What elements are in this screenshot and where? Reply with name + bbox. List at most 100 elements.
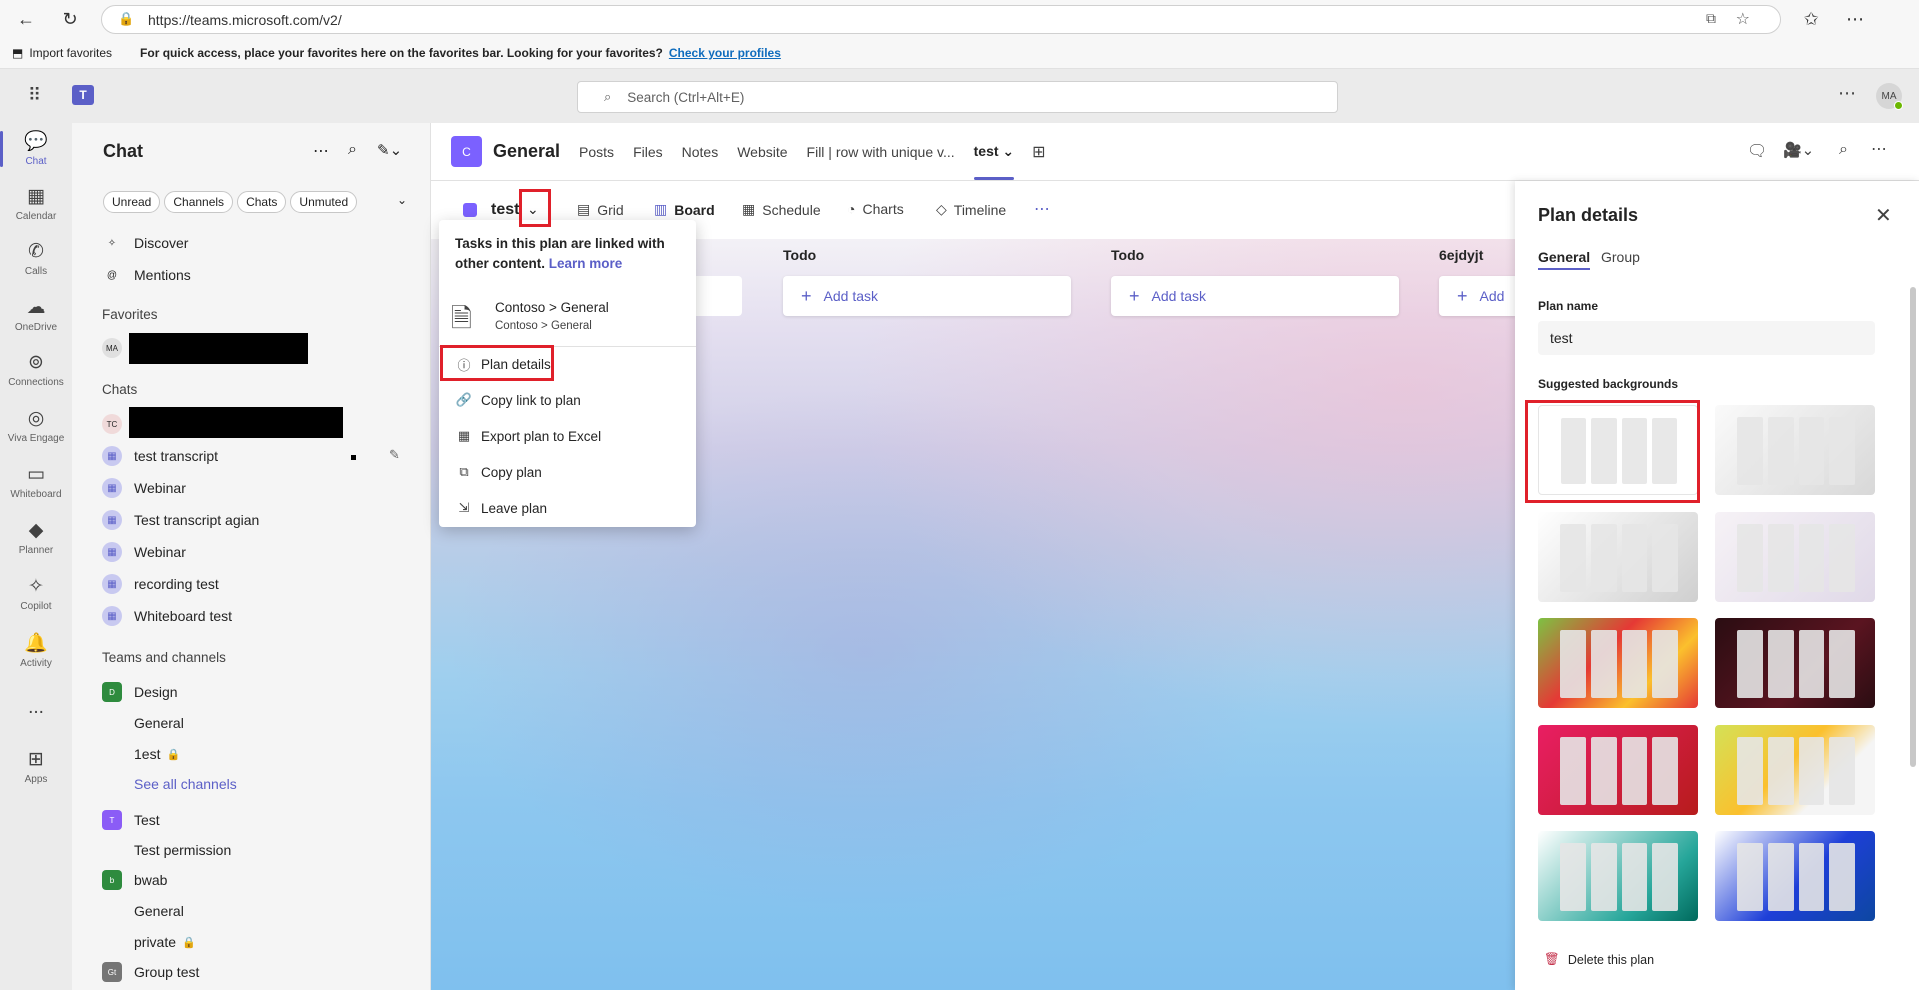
- chat-item[interactable]: ▦ Whiteboard test: [102, 602, 232, 630]
- chat-item[interactable]: ▦ Webinar: [102, 474, 186, 502]
- compose-icon[interactable]: ✎: [389, 447, 400, 463]
- bucket-title[interactable]: Todo: [783, 247, 816, 263]
- filter-channels[interactable]: Channels: [164, 191, 234, 213]
- background-option-paper[interactable]: [1715, 405, 1875, 495]
- rail-more[interactable]: ...: [0, 691, 72, 743]
- tab-website[interactable]: Website: [737, 144, 787, 160]
- chats-header[interactable]: Chats: [102, 382, 137, 397]
- rail-calls[interactable]: ✆ Calls: [0, 234, 72, 286]
- chat-item[interactable]: ▦ Test transcript agian: [102, 506, 259, 534]
- more-options-icon[interactable]: ⋯: [1871, 139, 1887, 159]
- tab-posts[interactable]: Posts: [579, 144, 614, 160]
- star-icon[interactable]: ☆: [1736, 9, 1750, 29]
- search-icon[interactable]: ⌕: [1839, 141, 1848, 159]
- learn-more-link[interactable]: Learn more: [549, 256, 623, 271]
- rail-chat[interactable]: 💬 Chat: [0, 123, 72, 175]
- rail-calendar[interactable]: ▦ Calendar: [0, 179, 72, 231]
- tab-fill[interactable]: Fill | row with unique v...: [807, 144, 955, 160]
- channel-item[interactable]: private 🔒: [134, 928, 196, 956]
- see-all-channels-link[interactable]: See all channels: [134, 770, 237, 798]
- team-bwab[interactable]: b bwab: [102, 866, 167, 894]
- search-input[interactable]: ⌕ Search (Ctrl+Alt+E): [577, 81, 1338, 113]
- bucket-title[interactable]: 6ejdyjt: [1439, 247, 1483, 263]
- chat-item[interactable]: ▦ Webinar: [102, 538, 186, 566]
- background-option-doodle[interactable]: [1715, 512, 1875, 602]
- refresh-icon[interactable]: ↻: [58, 7, 82, 31]
- favorites-header[interactable]: Favorites: [102, 307, 158, 322]
- channel-item[interactable]: General: [134, 709, 184, 737]
- channel-item[interactable]: Test permission: [134, 836, 231, 864]
- team-group-test[interactable]: Gt Group test: [102, 958, 199, 986]
- channel-item[interactable]: General: [134, 897, 184, 925]
- rail-connections[interactable]: ⊚ Connections: [0, 345, 72, 397]
- plan-name-input[interactable]: test: [1538, 321, 1875, 355]
- add-task-button[interactable]: + Add task: [1111, 276, 1399, 316]
- more-views-icon[interactable]: ⋯: [1034, 199, 1050, 219]
- favorites-icon[interactable]: ✩: [1799, 7, 1823, 31]
- video-icon[interactable]: 🎥⌄: [1783, 141, 1814, 159]
- rail-whiteboard[interactable]: ▭ Whiteboard: [0, 457, 72, 509]
- delete-plan-button[interactable]: 🗑 Delete this plan: [1544, 952, 1654, 967]
- tab-notes[interactable]: Notes: [682, 144, 719, 160]
- background-option-sketch[interactable]: [1538, 512, 1698, 602]
- tab-group[interactable]: Group: [1601, 249, 1640, 265]
- view-grid[interactable]: ▤ Grid: [577, 201, 624, 218]
- tab-general[interactable]: General: [1538, 249, 1591, 270]
- rail-apps[interactable]: ⊞ Apps: [0, 742, 72, 794]
- more-icon[interactable]: ⋯: [1843, 7, 1867, 31]
- new-chat-icon[interactable]: ✎⌄: [377, 141, 402, 159]
- settings-more-icon[interactable]: ⋯: [1838, 83, 1856, 104]
- app-launcher-icon[interactable]: ⠿: [28, 85, 41, 106]
- discover-item[interactable]: ✧ Discover: [102, 229, 189, 257]
- rail-viva[interactable]: ◎ Viva Engage: [0, 401, 72, 453]
- view-charts[interactable]: ◔ Charts: [847, 201, 904, 217]
- view-board[interactable]: ▥ Board: [654, 201, 715, 218]
- check-profiles-link[interactable]: Check your profiles: [669, 46, 781, 60]
- background-option-blue[interactable]: [1715, 831, 1875, 921]
- chevron-down-icon[interactable]: ⌄: [397, 193, 407, 207]
- rail-onedrive[interactable]: ☁ OneDrive: [0, 290, 72, 342]
- more-options-icon[interactable]: ⋯: [313, 141, 329, 161]
- background-option-yellow[interactable]: [1715, 725, 1875, 815]
- user-avatar[interactable]: MA: [1876, 83, 1903, 110]
- chat-bubble-icon[interactable]: 🗨: [1747, 141, 1767, 161]
- bucket-title[interactable]: Todo: [1111, 247, 1144, 263]
- filter-chats[interactable]: Chats: [237, 191, 287, 213]
- plan-name[interactable]: test: [491, 201, 519, 219]
- tab-files[interactable]: Files: [633, 144, 663, 160]
- team-design[interactable]: D Design: [102, 678, 178, 706]
- rail-planner[interactable]: ◆ Planner: [0, 513, 72, 565]
- tab-test[interactable]: test ⌄: [973, 143, 1015, 180]
- team-test[interactable]: T Test: [102, 806, 160, 834]
- mentions-item[interactable]: @ Mentions: [102, 261, 191, 289]
- import-favorites[interactable]: Import favorites: [29, 46, 112, 60]
- menu-copy-plan[interactable]: ⧉ Copy plan: [447, 458, 688, 486]
- rail-copilot[interactable]: ✧ Copilot: [0, 569, 72, 621]
- filter-unmuted[interactable]: Unmuted: [290, 191, 358, 213]
- scrollbar[interactable]: [1910, 287, 1916, 767]
- menu-leave-plan[interactable]: ⇲ Leave plan: [447, 494, 688, 522]
- chat-item[interactable]: ▦ test transcript: [102, 442, 218, 470]
- address-bar[interactable]: 🔒 https://teams.microsoft.com/v2/ ⧉ ☆: [101, 5, 1781, 34]
- add-tab-icon[interactable]: ⊞: [1032, 142, 1045, 162]
- search-icon[interactable]: ⌕: [348, 141, 357, 159]
- view-timeline[interactable]: ◇ Timeline: [936, 201, 1006, 218]
- background-option-stripes[interactable]: [1538, 618, 1698, 708]
- rail-activity[interactable]: 🔔 Activity: [0, 625, 72, 677]
- background-option-red[interactable]: [1538, 725, 1698, 815]
- view-schedule[interactable]: ▦ Schedule: [742, 201, 821, 218]
- menu-export-excel[interactable]: ▦ Export plan to Excel: [447, 422, 688, 450]
- add-task-button[interactable]: + Add task: [783, 276, 1071, 316]
- chat-item[interactable]: ▦ recording test: [102, 570, 219, 598]
- close-icon[interactable]: ✕: [1875, 203, 1892, 228]
- menu-copy-link[interactable]: 🔗 Copy link to plan: [447, 386, 688, 414]
- teams-header[interactable]: Teams and channels: [102, 650, 226, 665]
- background-option-dark[interactable]: [1715, 618, 1875, 708]
- channel-item[interactable]: 1est 🔒: [134, 740, 180, 768]
- add-task-button[interactable]: + Add: [1439, 276, 1515, 316]
- filter-unread[interactable]: Unread: [103, 191, 161, 213]
- linked-title[interactable]: Contoso > General: [495, 300, 609, 315]
- open-in-app-icon[interactable]: ⧉: [1706, 10, 1716, 27]
- background-option-teal[interactable]: [1538, 831, 1698, 921]
- back-icon[interactable]: ←: [14, 7, 38, 31]
